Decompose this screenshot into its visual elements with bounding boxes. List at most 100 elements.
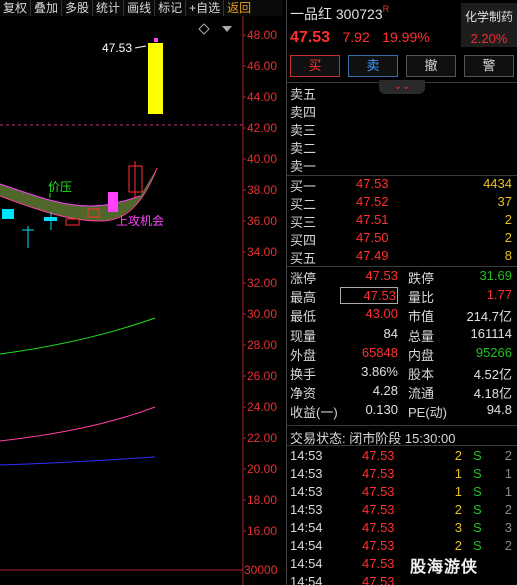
stat-label: 外盘 xyxy=(290,347,317,363)
ask-row[interactable]: 卖五 xyxy=(290,84,516,102)
bid-row[interactable]: 买三 47.51 2 xyxy=(290,212,516,230)
tick-side: S xyxy=(473,484,482,499)
stock-code: 300723 xyxy=(335,6,383,22)
stat-value: 47.53 xyxy=(340,287,398,305)
tick-price: 47.53 xyxy=(362,448,395,463)
sector-change: 2.20% xyxy=(470,31,508,46)
ma-green-line xyxy=(0,317,156,355)
cancel-order-button[interactable]: 撤 xyxy=(406,55,456,77)
tick-side: S xyxy=(473,538,482,553)
ask-row[interactable]: 卖四 xyxy=(290,102,516,120)
alert-button[interactable]: 警 xyxy=(464,55,514,77)
ask-row[interactable]: 卖二 xyxy=(290,138,516,156)
stat-row: 最低 43.00 市值 214.7亿 xyxy=(290,306,516,324)
tick-side: S xyxy=(473,466,482,481)
stat-value: 214.7亿 xyxy=(466,309,512,325)
price-tick-label: 16.00 xyxy=(247,524,277,538)
limit-up-bar xyxy=(148,43,163,114)
tick-volume: 2 xyxy=(454,538,462,553)
annotation-pressure: 价压 xyxy=(48,180,72,194)
level-label: 卖三 xyxy=(290,123,317,138)
price-tick-label: 30.00 xyxy=(247,307,277,321)
stat-label: 最高 xyxy=(290,290,317,306)
sector-box[interactable]: 化学制药 2.20% xyxy=(461,3,517,47)
level-label: 买二 xyxy=(290,197,317,212)
stat-label: 总量 xyxy=(408,328,435,344)
rong-tag: R xyxy=(382,4,390,14)
bid-row[interactable]: 买二 47.52 37 xyxy=(290,194,516,212)
annotation-opportunity: 上攻机会 xyxy=(116,214,164,228)
ask-row[interactable]: 卖一 xyxy=(290,156,516,174)
tick-row: 14:53 47.53 2 S 2 xyxy=(290,448,516,466)
price-tick-label: 28.00 xyxy=(247,338,277,352)
tick-side: S xyxy=(473,520,482,535)
stat-row: 收益(一) 0.130 PE(动) 94.8 xyxy=(290,402,516,420)
ma-blue-line xyxy=(0,456,156,466)
high-price-pointer xyxy=(134,45,147,49)
tick-volume: 2 xyxy=(454,448,462,463)
chevron-down-icon xyxy=(222,26,232,32)
multi-stock-button[interactable]: 多股 xyxy=(62,0,94,16)
bid-row[interactable]: 买五 47.49 8 xyxy=(290,248,516,266)
back-button[interactable]: 返回 xyxy=(224,0,254,16)
stat-row: 最高 47.53 量比 1.77 xyxy=(290,287,516,305)
level-price: 47.50 xyxy=(356,230,389,245)
level-volume: 37 xyxy=(497,194,512,209)
level-price: 47.49 xyxy=(356,248,389,263)
tick-price: 47.53 xyxy=(362,556,395,571)
candle xyxy=(65,218,80,226)
level-price: 47.51 xyxy=(356,212,389,227)
draw-line-button[interactable]: 画线 xyxy=(124,0,156,16)
tick-time: 14:53 xyxy=(290,448,323,463)
level-volume: 8 xyxy=(504,248,512,263)
mark-button[interactable]: 标记 xyxy=(155,0,187,16)
tick-time: 14:54 xyxy=(290,520,323,535)
divider xyxy=(287,425,517,426)
tick-volume: 3 xyxy=(454,520,462,535)
price-tick-label: 36.00 xyxy=(247,214,277,228)
stat-value: 84 xyxy=(383,325,398,341)
tick-count: 2 xyxy=(504,538,512,553)
level-label: 买一 xyxy=(290,179,317,194)
stock-name: 一品红 xyxy=(290,6,332,22)
level-label: 卖四 xyxy=(290,105,317,120)
price-tick-label: 34.00 xyxy=(247,245,277,259)
bid-row[interactable]: 买一 47.53 4434 xyxy=(290,176,516,194)
price-tick-label: 32.00 xyxy=(247,276,277,290)
price-tick-label: 48.00 xyxy=(247,28,277,42)
price-tick-label: 18.00 xyxy=(247,493,277,507)
add-watchlist-button[interactable]: +自选 xyxy=(186,0,225,16)
level-price: 47.52 xyxy=(356,194,389,209)
level-volume: 2 xyxy=(504,230,512,245)
stat-row: 换手 3.86% 股本 4.52亿 xyxy=(290,364,516,382)
candle xyxy=(108,192,118,212)
stat-label: 股本 xyxy=(408,367,435,382)
tick-time: 14:54 xyxy=(290,556,323,571)
stat-value: 31.69 xyxy=(479,268,512,283)
level-label: 卖一 xyxy=(290,159,317,174)
overlay-button[interactable]: 叠加 xyxy=(31,0,63,16)
ask-row[interactable]: 卖三 xyxy=(290,120,516,138)
tick-row: 14:54 47.53 2 S 2 xyxy=(290,538,516,556)
bid-row[interactable]: 买四 47.50 2 xyxy=(290,230,516,248)
level-volume: 4434 xyxy=(483,176,512,191)
stat-label: 收益(一) xyxy=(290,405,338,421)
buy-button[interactable]: 买 xyxy=(290,55,340,77)
kline-chart[interactable]: 48.00 46.00 44.00 42.00 40.00 38.00 36.00 34.00… xyxy=(0,16,284,585)
statistics-button[interactable]: 统计 xyxy=(93,0,125,16)
tick-count: 2 xyxy=(504,448,512,463)
stat-label: 内盘 xyxy=(408,347,435,363)
stat-value: 94.8 xyxy=(486,402,512,418)
stat-label: 净资 xyxy=(290,386,317,402)
stock-title: 一品红 300723R xyxy=(290,4,389,24)
quote-panel: 一品红 300723R 化学制药 2.20% 47.53 7.92 19.99%… xyxy=(286,0,517,585)
tick-row: 14:54 47.53 3 S 3 xyxy=(290,520,516,538)
tick-count: 3 xyxy=(504,520,512,535)
sell-button[interactable]: 卖 xyxy=(348,55,398,77)
tick-time: 14:53 xyxy=(290,502,323,517)
stat-value: 4.52亿 xyxy=(473,367,512,382)
stat-value: 4.18亿 xyxy=(473,386,512,402)
stat-row: 外盘 65848 内盘 95266 xyxy=(290,345,516,363)
price-tick-label: 38.00 xyxy=(247,183,277,197)
restore-rights-button[interactable]: 复权 xyxy=(0,0,32,16)
